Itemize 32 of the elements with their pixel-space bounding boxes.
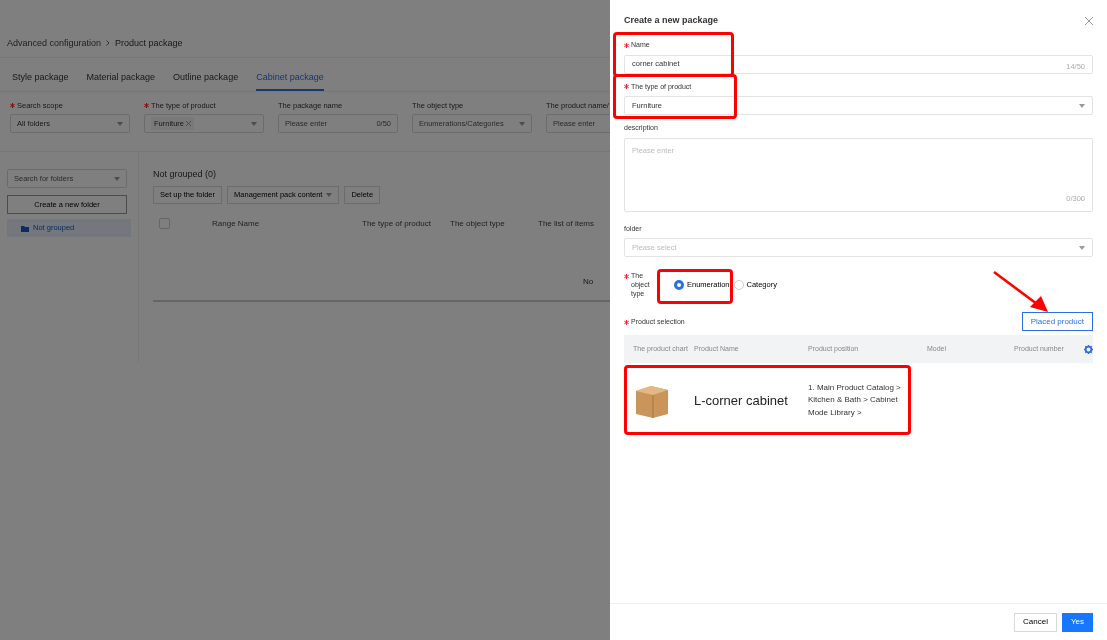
column-header: The type of product [362, 217, 432, 230]
close-icon[interactable] [1085, 17, 1093, 25]
settings-icon[interactable] [1084, 344, 1093, 354]
folder-icon [21, 224, 29, 232]
caret-icon [519, 121, 525, 126]
caret-icon [117, 121, 123, 126]
caret-icon [1079, 103, 1085, 108]
column-header: The list of items [538, 217, 595, 230]
product-position: 1. Main Product Catalog > Kitchen & Bath > Cabinet Mode Library > [808, 381, 902, 420]
confirm-button[interactable]: Yes [1061, 612, 1093, 632]
column-header: Range Name [212, 217, 261, 230]
tab[interactable]: Style package [12, 58, 69, 91]
product-name: L-corner cabinet [694, 392, 789, 411]
column-header: The object type [450, 217, 506, 230]
caret-icon [1079, 245, 1085, 250]
drawer-title: Create a new package [624, 14, 719, 28]
count: (0) [205, 169, 217, 179]
caret-icon [251, 121, 257, 126]
tab[interactable]: Outline package [173, 58, 239, 91]
caret-icon [326, 192, 333, 197]
breadcrumb-item[interactable]: Advanced configuration [7, 37, 102, 51]
placed-product-button[interactable]: Placed product [1021, 312, 1093, 332]
breadcrumb-item: Product package [115, 37, 183, 50]
empty-text: No [583, 275, 594, 288]
close-icon[interactable] [186, 121, 191, 127]
chevron-right-icon [106, 40, 111, 46]
section-title: Not grouped [153, 169, 203, 179]
checkbox[interactable] [159, 218, 170, 229]
cancel-button[interactable]: Cancel [1014, 612, 1057, 632]
caret-icon [114, 176, 120, 181]
tab[interactable]: Cabinet package [256, 58, 324, 91]
tab[interactable]: Material package [86, 58, 156, 91]
